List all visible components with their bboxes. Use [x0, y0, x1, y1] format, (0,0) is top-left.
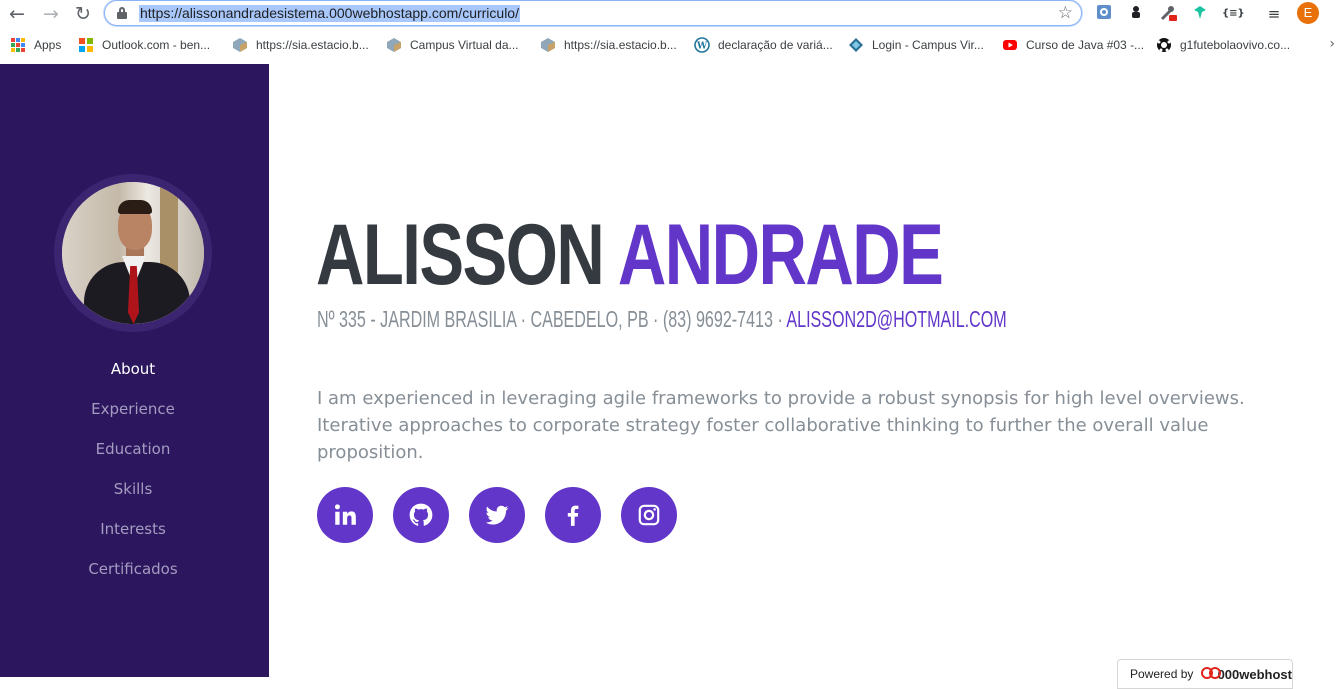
social-links: [317, 487, 677, 543]
diamond-icon: [849, 38, 863, 52]
chevron-right-icon[interactable]: ›: [1329, 36, 1335, 52]
url-text[interactable]: https://alissonandradesistema.000webhost…: [139, 5, 520, 22]
facebook-link[interactable]: [545, 487, 601, 543]
wordpress-icon: W: [694, 37, 710, 53]
nav-item-skills[interactable]: Skills: [0, 469, 266, 509]
cube-icon: [387, 38, 401, 52]
extension-bird-icon[interactable]: [1190, 4, 1210, 24]
powered-by-badge[interactable]: Powered by 000webhost: [1117, 659, 1293, 689]
000webhost-logo-icon: [1201, 667, 1222, 681]
youtube-icon: [1003, 40, 1017, 50]
facebook-icon: [567, 505, 579, 526]
cube-icon: [233, 38, 247, 52]
bookmark-apps[interactable]: Apps: [11, 37, 61, 53]
sidebar-nav: About Experience Education Skills Intere…: [0, 349, 266, 589]
bookmark-star-icon[interactable]: ☆: [1058, 3, 1073, 23]
github-link[interactable]: [393, 487, 449, 543]
twitter-link[interactable]: [469, 487, 525, 543]
nav-item-about[interactable]: About: [0, 349, 266, 389]
instagram-icon: [638, 504, 660, 526]
svg-text:W: W: [696, 42, 708, 52]
extension-camera-icon[interactable]: [1094, 4, 1114, 24]
browser-toolbar: ← → ↻ https://alissonandradesistema.000w…: [0, 0, 1339, 29]
media-queue-icon[interactable]: ≡: [1264, 4, 1284, 24]
back-button[interactable]: ←: [6, 3, 28, 25]
nav-item-certificados[interactable]: Certificados: [0, 549, 266, 589]
bookmark-sia-estacio-2[interactable]: https://sia.estacio.b...: [540, 37, 677, 53]
nav-item-education[interactable]: Education: [0, 429, 266, 469]
powered-by-brand: 000webhost: [1217, 666, 1292, 682]
last-name: ANDRADE: [617, 207, 944, 303]
about-lead-text: I am experienced in leveraging agile fra…: [317, 388, 1245, 463]
bookmark-g1futebol[interactable]: g1futebolaovivo.co...: [1156, 37, 1290, 53]
bookmarks-bar: Apps Outlook.com - ben... https://sia.es…: [0, 29, 1339, 61]
profile-photo: [54, 174, 212, 332]
microsoft-logo-icon: [79, 38, 93, 52]
linkedin-link[interactable]: [317, 487, 373, 543]
extension-eyedropper-icon[interactable]: [1158, 4, 1178, 24]
address-bar[interactable]: https://alissonandradesistema.000webhost…: [104, 0, 1082, 26]
address-text: Nº 335 - JARDIM BRASILIA · CABEDELO, PB …: [317, 306, 783, 332]
nav-item-experience[interactable]: Experience: [0, 389, 266, 429]
forward-button[interactable]: →: [40, 3, 62, 25]
email-link[interactable]: ALISSON2D@HOTMAIL.COM: [786, 306, 1006, 332]
contact-line: Nº 335 - JARDIM BRASILIA · CABEDELO, PB …: [317, 306, 1007, 332]
twitter-icon: [485, 505, 509, 525]
bookmark-login-campus[interactable]: Login - Campus Vir...: [848, 37, 984, 53]
profile-avatar[interactable]: E: [1297, 2, 1319, 24]
about-section: ALISSON ANDRADE Nº 335 - JARDIM BRASILIA…: [269, 64, 1339, 689]
extension-json-icon[interactable]: {≡}: [1222, 4, 1245, 24]
github-icon: [409, 503, 433, 526]
reload-button[interactable]: ↻: [72, 3, 94, 25]
bookmark-sia-estacio-1[interactable]: https://sia.estacio.b...: [232, 37, 369, 53]
powered-by-label: Powered by: [1130, 667, 1194, 681]
first-name: ALISSON: [316, 207, 605, 303]
bookmark-outlook[interactable]: Outlook.com - ben...: [78, 37, 210, 53]
soccer-ball-icon: [1157, 38, 1171, 52]
apps-grid-icon: [11, 38, 25, 52]
instagram-link[interactable]: [621, 487, 677, 543]
page-title: ALISSON ANDRADE: [316, 212, 944, 298]
bookmark-curso-java[interactable]: Curso de Java #03 -...: [1002, 37, 1144, 53]
linkedin-icon: [334, 504, 356, 525]
cube-icon: [541, 38, 555, 52]
bookmark-campus-virtual[interactable]: Campus Virtual da...: [386, 37, 519, 53]
nav-item-interests[interactable]: Interests: [0, 509, 266, 549]
lock-icon: [117, 7, 127, 19]
extension-robot-icon[interactable]: [1126, 4, 1146, 24]
bookmark-declaracao[interactable]: W declaração de variá...: [694, 37, 833, 53]
sidebar: About Experience Education Skills Intere…: [0, 64, 269, 677]
